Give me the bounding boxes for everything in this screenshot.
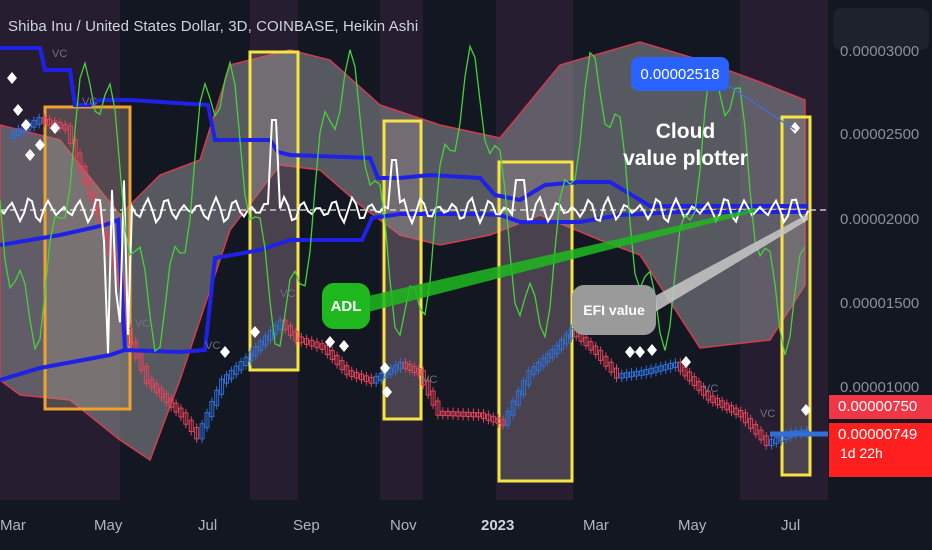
efi-callout: EFI value	[572, 285, 656, 335]
diamond-marker	[220, 346, 230, 358]
diamond-marker	[635, 346, 645, 358]
price-countdown: 1d 22h	[840, 445, 883, 461]
vc-marker-7: VC	[760, 408, 776, 420]
y-tick-3: 0.00001500	[840, 295, 920, 312]
vc-marker-3: VC	[205, 340, 221, 352]
price-tag-lower: 0.00000749	[838, 426, 918, 443]
vc-marker-6: VC	[703, 383, 719, 395]
y-tick-0: 0.00003000	[840, 43, 920, 60]
chart-root: Shiba Inu / United States Dollar, 3D, CO…	[0, 0, 932, 550]
vc-marker-0: VC	[52, 48, 68, 60]
x-tick-5: 2023	[481, 517, 515, 534]
diamond-marker	[647, 344, 657, 356]
x-tick-7: May	[678, 517, 707, 534]
x-tick-4: Nov	[390, 517, 417, 534]
x-tick-8: Jul	[781, 517, 801, 534]
x-tick-3: Sep	[293, 517, 320, 534]
y-tick-2: 0.00002000	[840, 211, 920, 228]
diamond-marker	[625, 346, 635, 358]
cloud-label-line2: value plotter	[623, 147, 748, 170]
chart-title: Shiba Inu / United States Dollar, 3D, CO…	[8, 18, 419, 35]
diamond-marker	[339, 340, 349, 352]
x-tick-1: May	[94, 517, 123, 534]
vc-marker-5: VC	[422, 374, 438, 386]
y-tick-1: 0.00002500	[840, 126, 920, 143]
price-tag-upper: 0.00000750	[829, 395, 932, 419]
vc-marker-4: VC	[280, 288, 296, 300]
diamond-marker	[325, 336, 335, 348]
adl-callout: ADL	[322, 283, 370, 329]
price-tag-lower-box: 0.00000749 1d 22h	[829, 423, 932, 477]
x-tick-6: Mar	[583, 517, 609, 534]
vc-marker-1: VC	[82, 96, 98, 108]
vc-marker-2: VC	[135, 318, 151, 330]
x-tick-2: Jul	[198, 517, 218, 534]
cloud-label-line1: Cloud	[655, 120, 716, 143]
chart-canvas	[0, 0, 828, 500]
x-tick-0: Mar	[0, 517, 26, 534]
value-callout: 0.00002518	[631, 57, 729, 91]
highlight-box-yellow	[780, 115, 812, 477]
cloud-label: Cloud value plotter	[618, 118, 753, 172]
y-tick-4: 0.00001000	[840, 379, 920, 396]
